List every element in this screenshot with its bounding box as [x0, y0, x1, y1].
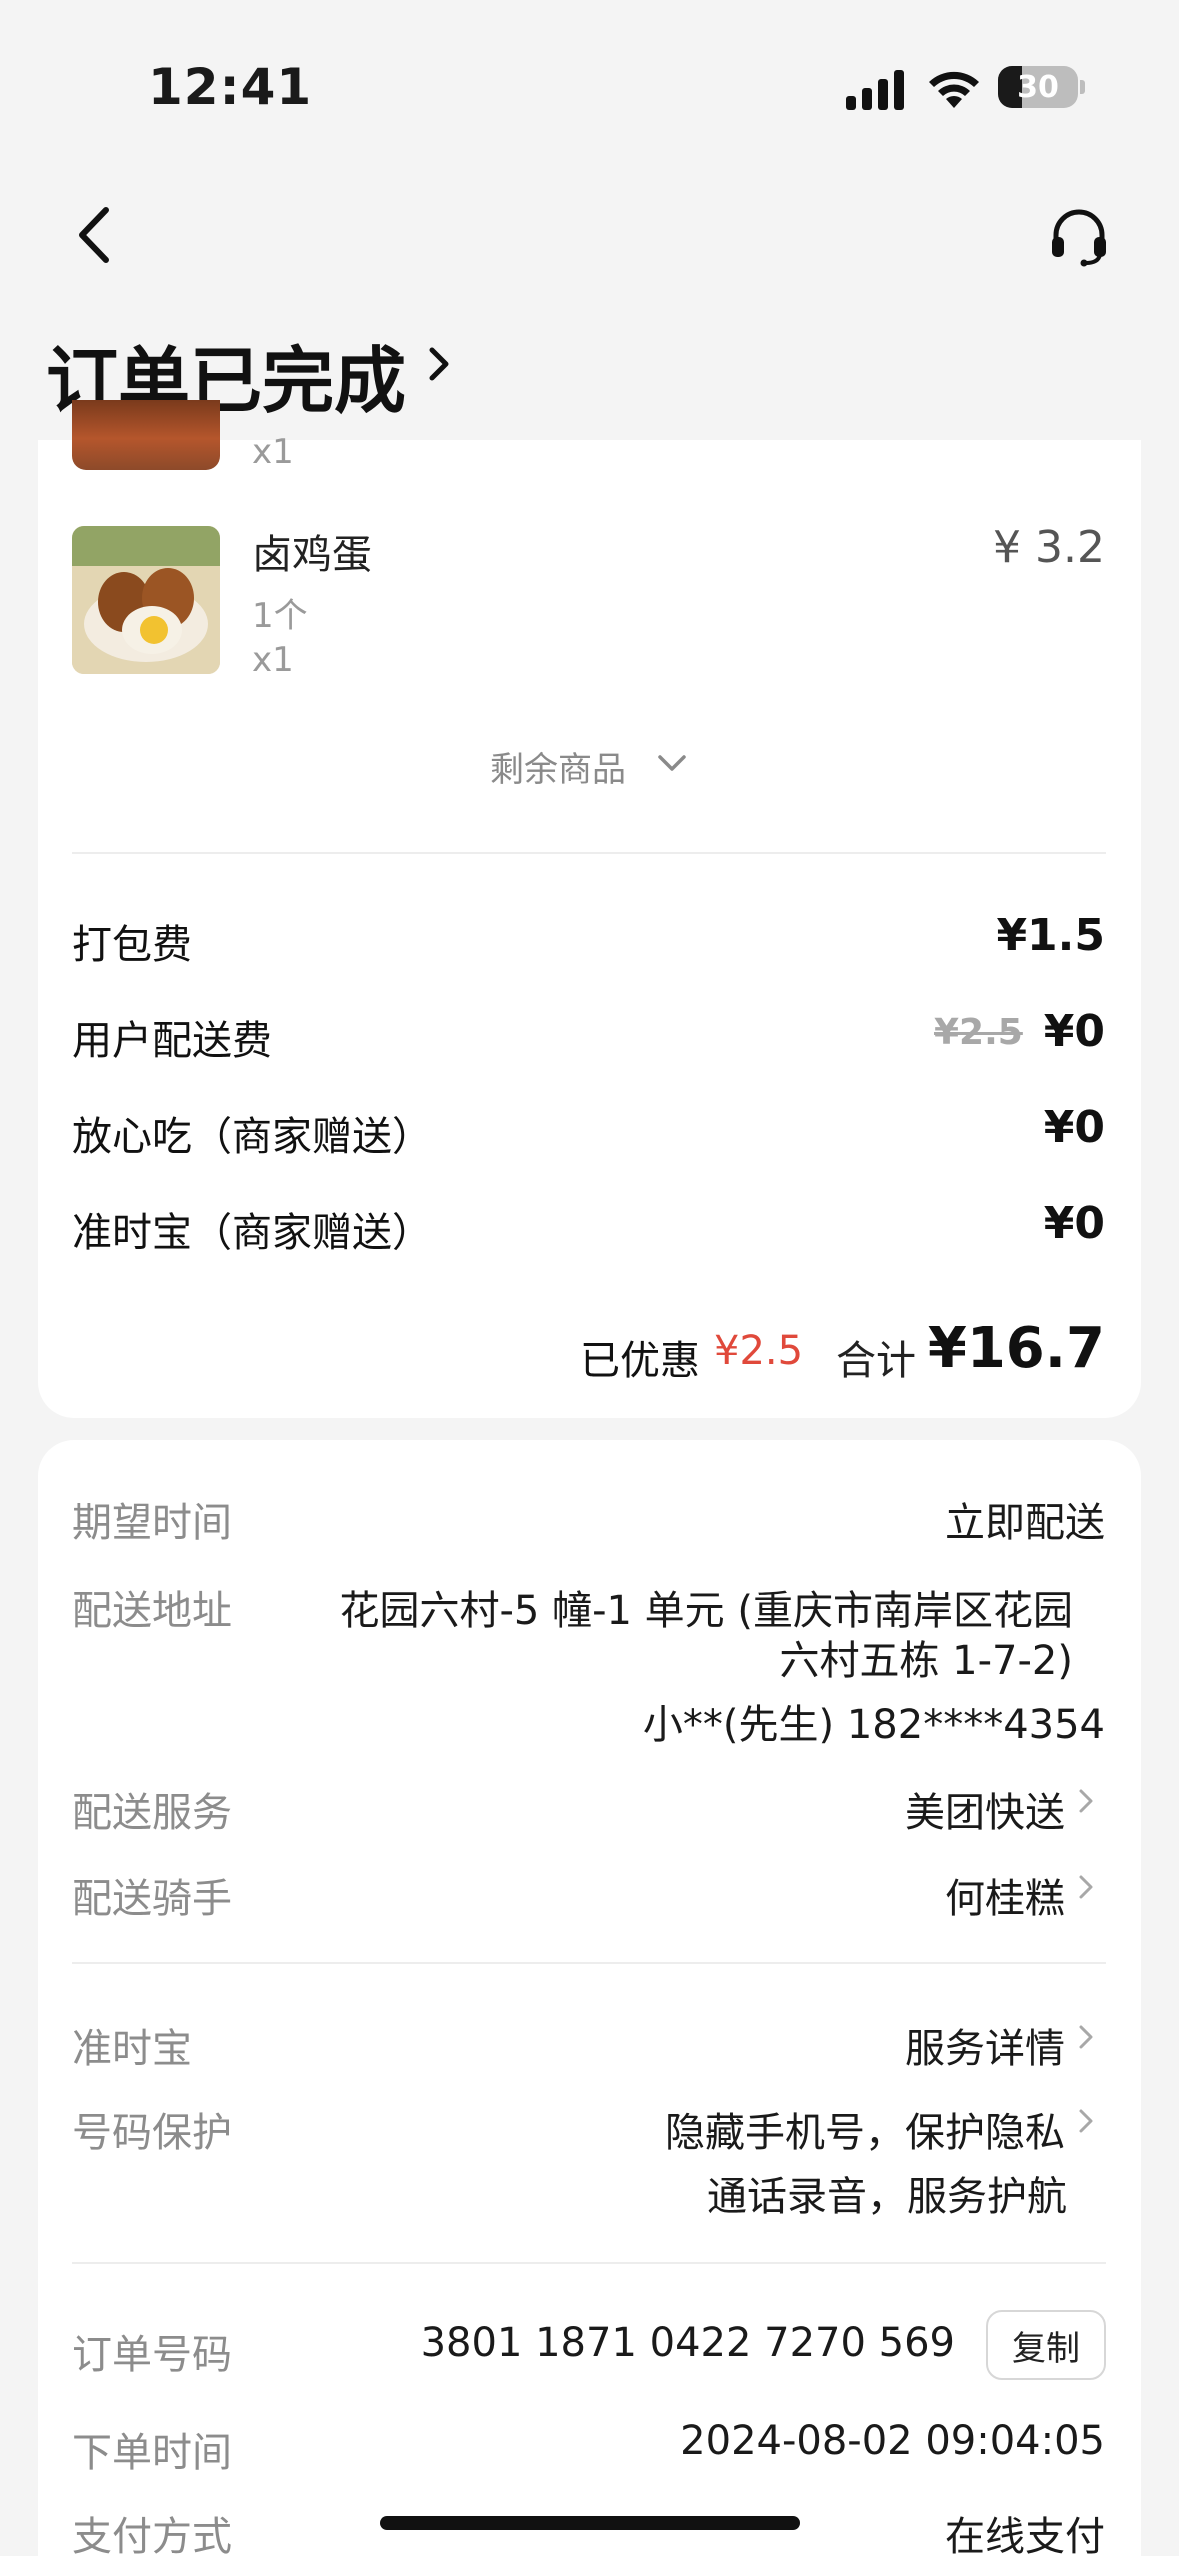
chevron-right-icon[interactable]	[1076, 1784, 1098, 1818]
number-protection-label: 号码保护	[72, 2110, 232, 2156]
rider-value[interactable]: 何桂糕	[945, 1866, 1065, 1924]
ontime-guarantee-label: 准时宝（商家赠送）	[72, 1210, 432, 1256]
expected-time-value: 立即配送	[945, 1500, 1105, 1546]
battery-cap	[1080, 80, 1085, 94]
divider	[72, 2262, 1106, 2264]
more-items-label: 剩余商品	[490, 750, 626, 790]
number-protection-line-1[interactable]: 隐藏手机号，保护隐私	[665, 2100, 1065, 2158]
discount-value: ¥2.5	[714, 1328, 804, 1374]
total-label: 合计	[836, 1338, 916, 1384]
total-value: ¥16.7	[927, 1316, 1105, 1381]
payment-method-label: 支付方式	[72, 2514, 232, 2556]
chevron-right-icon[interactable]	[424, 338, 454, 390]
delivery-fee-original: ¥2.5	[934, 1012, 1023, 1053]
order-number-value: 3801 1871 0422 7270 569	[420, 2320, 955, 2366]
order-time-label: 下单时间	[72, 2430, 232, 2476]
discount-label: 已优惠	[580, 1338, 700, 1384]
ontime-guarantee-value: ¥0	[1043, 1198, 1105, 1249]
food-safety-value: ¥0	[1043, 1102, 1105, 1153]
delivery-service-value[interactable]: 美团快送	[905, 1780, 1065, 1838]
payment-method-value: 在线支付	[945, 2514, 1105, 2556]
delivery-fee-label: 用户配送费	[72, 1018, 272, 1064]
number-protection-line-2: 通话录音，服务护航	[707, 2174, 1067, 2220]
address-line-2: 六村五栋 1-7-2)	[779, 1638, 1073, 1684]
chevron-right-icon[interactable]	[1076, 2020, 1098, 2054]
rider-label: 配送骑手	[72, 1876, 232, 1922]
item-price: ¥ 3.2	[993, 522, 1105, 573]
expected-time-label: 期望时间	[72, 1500, 232, 1546]
battery-percentage: 30	[1017, 70, 1059, 105]
divider	[72, 852, 1106, 854]
delivery-fee-value: ¥0	[1043, 1006, 1105, 1057]
item-spec: 1个	[252, 596, 308, 636]
headset-icon[interactable]	[1048, 205, 1110, 267]
battery-icon: 30	[998, 66, 1078, 108]
previous-item-qty: x1	[252, 432, 294, 472]
packing-fee-value: ¥1.5	[996, 910, 1105, 961]
chevron-left-icon[interactable]	[70, 200, 120, 270]
braised-egg-illustration	[72, 526, 220, 674]
braised-egg-image[interactable]	[72, 526, 220, 674]
previous-item-image[interactable]	[72, 400, 220, 470]
item-qty: x1	[252, 640, 294, 680]
copy-button[interactable]: 复制	[986, 2310, 1106, 2380]
status-time: 12:41	[148, 58, 313, 116]
packing-fee-label: 打包费	[72, 922, 192, 968]
item-name[interactable]: 卤鸡蛋	[252, 522, 372, 580]
cellular-signal-icon	[846, 70, 904, 110]
wifi-icon	[929, 71, 979, 108]
home-indicator[interactable]	[380, 2516, 800, 2530]
divider	[72, 1962, 1106, 1964]
order-time-value: 2024-08-02 09:04:05	[680, 2418, 1105, 2464]
delivery-service-label: 配送服务	[72, 1790, 232, 1836]
chevron-right-icon[interactable]	[1076, 2104, 1098, 2138]
ontime-label: 准时宝	[72, 2026, 192, 2072]
ontime-details-link[interactable]: 服务详情	[905, 2016, 1065, 2074]
contact-info: 小**(先生) 182****4354	[642, 1702, 1105, 1748]
food-safety-label: 放心吃（商家赠送）	[72, 1114, 432, 1160]
more-items-toggle[interactable]: 剩余商品	[490, 742, 626, 791]
chevron-down-icon[interactable]	[654, 750, 690, 776]
chevron-right-icon[interactable]	[1076, 1870, 1098, 1904]
address-label: 配送地址	[72, 1588, 232, 1634]
order-number-label: 订单号码	[72, 2332, 232, 2378]
